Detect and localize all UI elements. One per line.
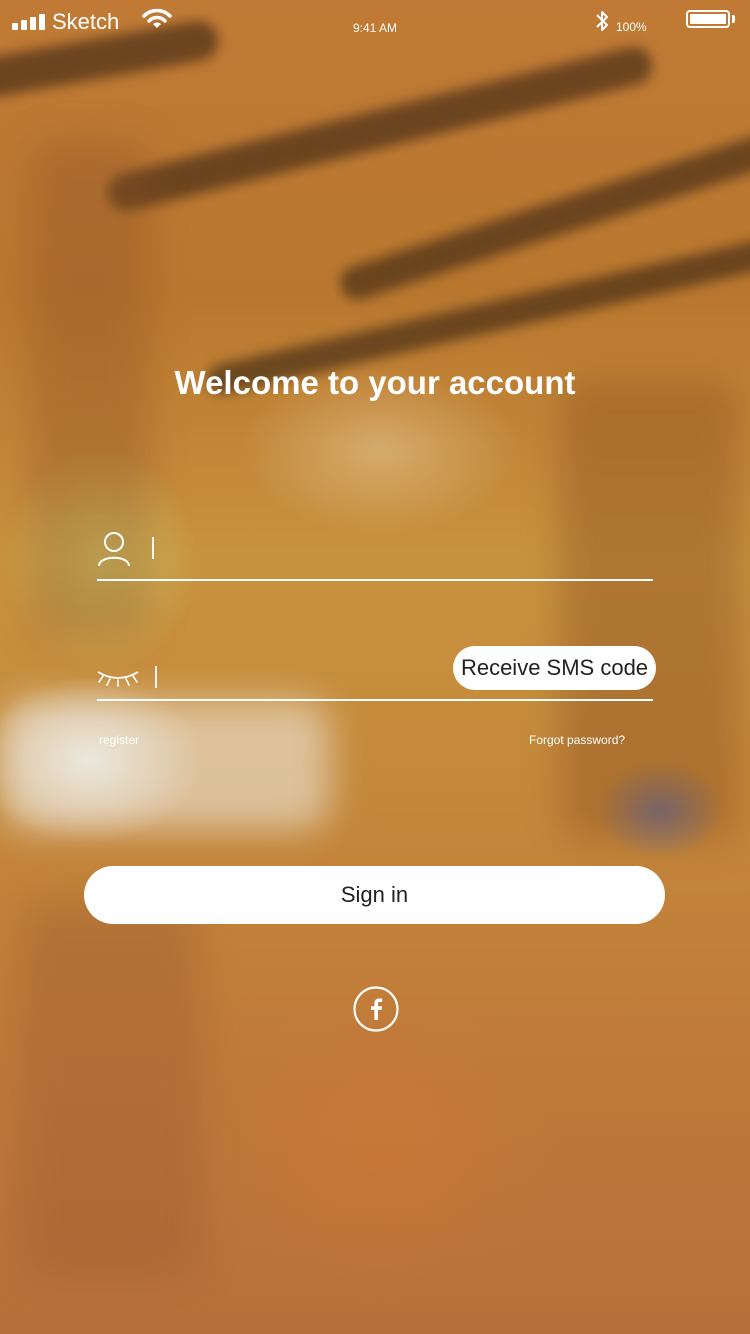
text-cursor [155,666,157,688]
page-title: Welcome to your account [174,364,576,401]
bluetooth-icon [596,11,608,31]
forgot-password-link[interactable]: Forgot password? [529,733,625,747]
battery-icon [686,10,730,28]
register-link[interactable]: register [99,733,139,747]
user-icon [98,532,130,567]
battery-percent: 100% [616,20,647,34]
password-field: Receive SMS code [97,644,656,701]
username-field [97,525,653,581]
closed-eye-icon [97,671,139,687]
password-input[interactable] [167,644,443,699]
receive-sms-code-button[interactable]: Receive SMS code [453,646,656,690]
facebook-icon[interactable] [353,986,399,1032]
status-bar: Sketch 9:41 AM 100% [0,0,750,44]
text-cursor [152,537,154,559]
username-input[interactable] [163,525,653,579]
battery-tip [732,15,735,23]
sign-in-button[interactable]: Sign in [84,866,665,924]
